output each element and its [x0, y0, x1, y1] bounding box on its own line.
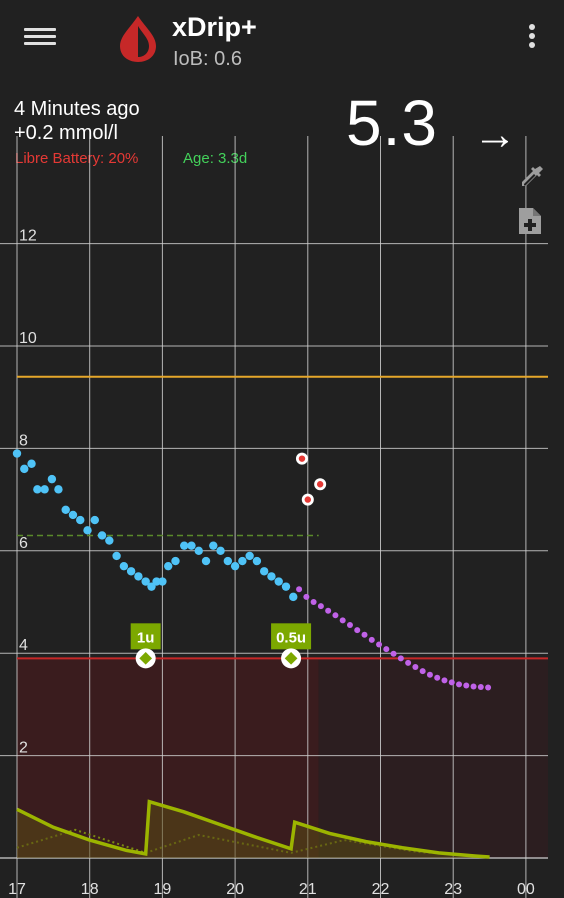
x-tick-label: 00 [517, 881, 535, 898]
glucose-reading-point [76, 515, 85, 525]
prediction-point [303, 593, 310, 600]
more-vert-icon[interactable] [522, 24, 542, 54]
prediction-point [397, 655, 404, 662]
glucose-reading-point [238, 556, 247, 566]
glucose-reading-point [187, 541, 196, 550]
note-add-icon[interactable] [516, 206, 544, 236]
glucose-reading-point [259, 567, 269, 576]
x-tick-label: 18 [81, 881, 99, 898]
x-tick-label: 22 [372, 881, 390, 898]
y-tick-label: 8 [19, 432, 28, 449]
glucose-reading-point [216, 546, 225, 555]
y-tick-label: 12 [19, 228, 37, 245]
prediction-point [456, 681, 463, 688]
glucose-reading-point [83, 526, 92, 535]
glucose-reading-point [194, 546, 203, 555]
prediction-point [339, 617, 346, 624]
y-tick-label: 4 [19, 637, 28, 654]
glucose-reading-point [164, 561, 173, 571]
x-tick-label: 21 [299, 881, 317, 898]
prediction-point [383, 646, 390, 653]
prediction-point [434, 674, 441, 681]
app-bar: xDrip+ IoB: 0.6 [0, 0, 564, 84]
glucose-reading-point [281, 582, 291, 591]
prediction-point [463, 682, 470, 689]
glucose-reading-point [223, 556, 233, 566]
glucose-reading-point [274, 577, 283, 586]
prediction-point [354, 627, 361, 634]
glucose-reading-point [267, 572, 276, 581]
glucose-reading-point [112, 551, 121, 561]
prediction-point [376, 641, 383, 648]
prediction-point [412, 664, 419, 671]
x-tick-label: 19 [154, 881, 172, 898]
fingerstick-point [298, 455, 306, 462]
glucose-reading-point [245, 551, 254, 561]
iob-subtitle: IoB: 0.6 [173, 48, 242, 70]
glucose-reading-point [209, 541, 218, 550]
menu-icon[interactable] [24, 24, 56, 54]
prediction-point [485, 684, 492, 691]
trend-arrow: → [473, 110, 517, 159]
x-tick-label: 20 [226, 881, 244, 898]
glucose-reading-point [126, 567, 136, 576]
blood-drop-icon [120, 16, 156, 62]
treatment-label[interactable]: 0.5u [276, 629, 306, 646]
glucose-reading-point [158, 577, 167, 586]
y-tick-label: 2 [19, 740, 28, 757]
glucose-reading-point [171, 556, 180, 566]
prediction-point [346, 622, 353, 629]
prediction-point [419, 668, 426, 675]
glucose-reading-point [119, 561, 129, 571]
eyedropper-icon[interactable] [516, 162, 546, 192]
prediction-point [448, 679, 455, 686]
glucose-reading-point [54, 485, 63, 494]
app-title: xDrip+ [172, 12, 257, 42]
glucose-reading-point [252, 556, 262, 566]
prediction-point [325, 607, 332, 614]
x-tick-label: 17 [8, 881, 26, 898]
prediction-point [426, 671, 433, 678]
glucose-reading-point [12, 449, 22, 458]
prediction-point [296, 586, 303, 593]
glucose-reading-point [105, 536, 114, 545]
glucose-reading-point [33, 485, 42, 494]
prediction-point [361, 631, 368, 638]
current-bg-value: 5.3 [346, 87, 438, 159]
fingerstick-point [316, 481, 324, 488]
glucose-reading-point [97, 531, 107, 540]
glucose-reading-point [90, 515, 99, 525]
glucose-reading-point [230, 561, 240, 571]
prediction-point [332, 612, 339, 619]
fingerstick-point [304, 496, 311, 503]
glucose-reading-point [20, 464, 29, 474]
y-tick-label: 10 [19, 330, 37, 347]
treatment-label[interactable]: 1u [137, 629, 155, 646]
x-tick-label: 23 [444, 881, 462, 898]
glucose-reading-point [289, 592, 298, 602]
glucose-chart[interactable]: 2 4 6 8 10 12 17 18 19 20 21 22 23 00 1u 0.5u [0, 84, 564, 898]
y-tick-label: 6 [19, 535, 28, 552]
prediction-point [441, 677, 448, 684]
glucose-reading-point [134, 572, 143, 581]
prediction-point [317, 603, 324, 610]
prediction-point [477, 683, 484, 690]
prediction-point [368, 636, 375, 643]
glucose-reading-point [180, 541, 189, 550]
glucose-reading-point [27, 459, 36, 468]
glucose-reading-point [61, 505, 70, 515]
prediction-point [390, 650, 397, 657]
glucose-reading-point [201, 556, 211, 566]
prediction-point [310, 599, 317, 605]
glucose-reading-point [68, 510, 78, 520]
glucose-reading-point [40, 485, 49, 494]
future-low-area [318, 658, 548, 858]
prediction-point [470, 683, 477, 690]
prediction-point [405, 659, 412, 666]
glucose-reading-point [47, 474, 57, 484]
